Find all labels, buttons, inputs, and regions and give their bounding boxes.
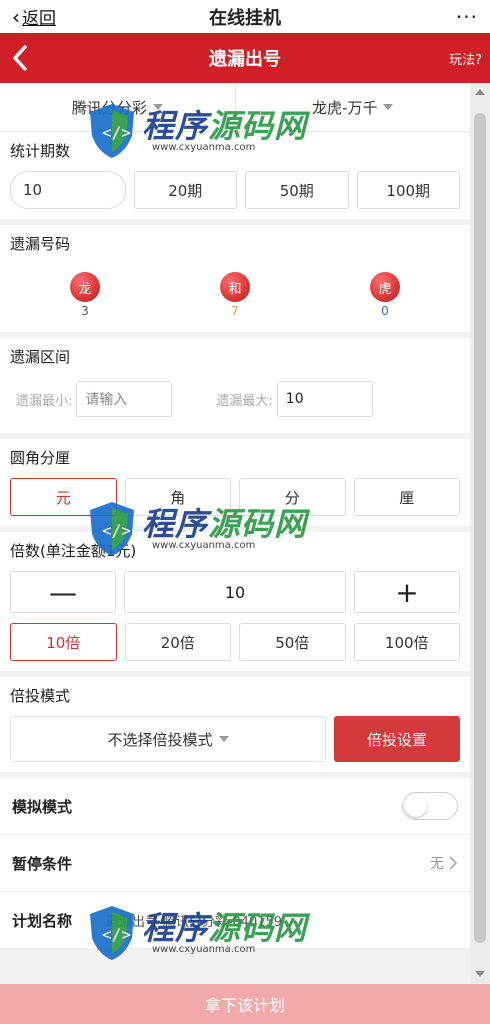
- list-item-plan-name: 计划名称 遗漏出号-腾讯分分彩-040159: [0, 892, 470, 949]
- multiple-input[interactable]: 10: [124, 571, 346, 613]
- list-item-pause[interactable]: 暂停条件 无: [0, 835, 470, 892]
- ball-dragon: 龙 3: [70, 272, 100, 318]
- unit-option-jiao[interactable]: 角: [124, 478, 231, 516]
- scroll-area: 腾讯分分彩 龙虎-万千 统计期数 10 20期 50期 100期 遗漏号码 龙: [0, 83, 490, 1024]
- pause-label: 暂停条件: [12, 854, 73, 873]
- unit-option-fen[interactable]: 分: [239, 478, 346, 516]
- section-title: 倍数(单注金额1元): [10, 542, 137, 560]
- ball-count: 7: [231, 304, 239, 318]
- header-back-icon[interactable]: [0, 33, 40, 83]
- back-button[interactable]: ‹ 返回: [12, 4, 56, 30]
- max-label: 遗漏最大:: [216, 393, 273, 409]
- period-option-100[interactable]: 100期: [356, 171, 460, 209]
- bet-mode-select[interactable]: 不选择倍投模式: [10, 716, 326, 762]
- ball-label: 和: [220, 272, 250, 302]
- unit-section: 圆角分厘 元 角 分 厘: [0, 439, 470, 526]
- period-option-50[interactable]: 50期: [245, 171, 349, 209]
- lottery-selector-row: 腾讯分分彩 龙虎-万千: [0, 83, 470, 132]
- ball-label: 龙: [70, 272, 100, 302]
- top-nav-bar: ‹ 返回 在线挂机 ···: [0, 0, 490, 33]
- ball-tie: 和 7: [220, 272, 250, 318]
- scrollbar[interactable]: [470, 83, 490, 983]
- chevron-right-icon: [449, 856, 458, 870]
- unit-option-yuan[interactable]: 元: [10, 478, 117, 516]
- caret-down-icon: [152, 104, 163, 110]
- simulate-toggle[interactable]: [402, 792, 458, 820]
- rules-link[interactable]: 玩法?: [449, 49, 482, 68]
- page-header: 遗漏出号 玩法?: [0, 33, 490, 83]
- period-input[interactable]: 10: [10, 171, 126, 209]
- simulate-label: 模拟模式: [12, 797, 73, 816]
- lottery-select-label: 腾讯分分彩: [71, 98, 147, 117]
- multiple-section: 倍数(单注金额1元) — 10 + 10倍 20倍 50倍 100倍: [0, 532, 470, 671]
- section-title: 倍投模式: [10, 687, 71, 705]
- play-select-label: 龙虎-万千: [312, 98, 378, 117]
- scroll-up-icon[interactable]: [475, 89, 485, 95]
- section-title: 遗漏区间: [10, 348, 71, 366]
- miss-range-section: 遗漏区间 遗漏最小: 请输入 遗漏最大: 10: [0, 338, 470, 433]
- bet-settings-button[interactable]: 倍投设置: [334, 716, 460, 762]
- scroll-down-icon[interactable]: [475, 971, 485, 977]
- plan-name-input[interactable]: 遗漏出号-腾讯分分彩-040159: [106, 911, 282, 930]
- miss-numbers-section: 遗漏号码 龙 3 和 7 虎 0: [0, 225, 470, 332]
- chevron-left-icon: ‹: [12, 4, 20, 29]
- page-title: 遗漏出号: [209, 49, 281, 70]
- period-option-20[interactable]: 20期: [133, 171, 237, 209]
- multiple-option-100[interactable]: 100倍: [353, 623, 460, 661]
- min-input[interactable]: 请输入: [76, 381, 173, 417]
- main-content: 腾讯分分彩 龙虎-万千 统计期数 10 20期 50期 100期 遗漏号码 龙: [0, 83, 470, 949]
- bet-mode-select-label: 不选择倍投模式: [107, 730, 213, 749]
- max-input[interactable]: 10: [276, 381, 373, 417]
- multiple-option-20[interactable]: 20倍: [124, 623, 231, 661]
- window-title: 在线挂机: [209, 7, 281, 29]
- scrollbar-thumb[interactable]: [474, 113, 486, 943]
- pause-value: 无: [430, 856, 444, 872]
- ball-tiger: 虎 0: [370, 272, 400, 318]
- caret-down-icon: [383, 104, 394, 110]
- back-label: 返回: [22, 9, 56, 29]
- section-title: 遗漏号码: [10, 235, 71, 253]
- toggle-knob: [405, 795, 427, 817]
- lottery-select[interactable]: 腾讯分分彩: [0, 83, 235, 131]
- caret-down-icon: [218, 736, 229, 742]
- section-title: 统计期数: [10, 142, 71, 160]
- ball-count: 0: [381, 304, 389, 318]
- unit-option-li[interactable]: 厘: [353, 478, 460, 516]
- period-section: 统计期数 10 20期 50期 100期: [0, 132, 470, 219]
- increase-button[interactable]: +: [354, 571, 460, 613]
- more-icon[interactable]: ···: [456, 5, 478, 29]
- min-label: 遗漏最小:: [16, 393, 73, 409]
- multiple-option-10[interactable]: 10倍: [10, 623, 117, 661]
- play-select[interactable]: 龙虎-万千: [234, 83, 471, 131]
- list-item-simulate: 模拟模式: [0, 778, 470, 835]
- plan-label: 计划名称: [12, 911, 73, 930]
- section-title: 圆角分厘: [10, 449, 71, 467]
- ball-count: 3: [81, 304, 89, 318]
- submit-plan-button[interactable]: 拿下该计划: [0, 984, 490, 1024]
- decrease-button[interactable]: —: [10, 571, 116, 613]
- settings-list: 模拟模式 暂停条件 无 计划名称 遗漏出号-腾讯分分彩-040159: [0, 778, 470, 949]
- bet-mode-section: 倍投模式 不选择倍投模式 倍投设置: [0, 677, 470, 772]
- ball-label: 虎: [370, 272, 400, 302]
- multiple-option-50[interactable]: 50倍: [239, 623, 346, 661]
